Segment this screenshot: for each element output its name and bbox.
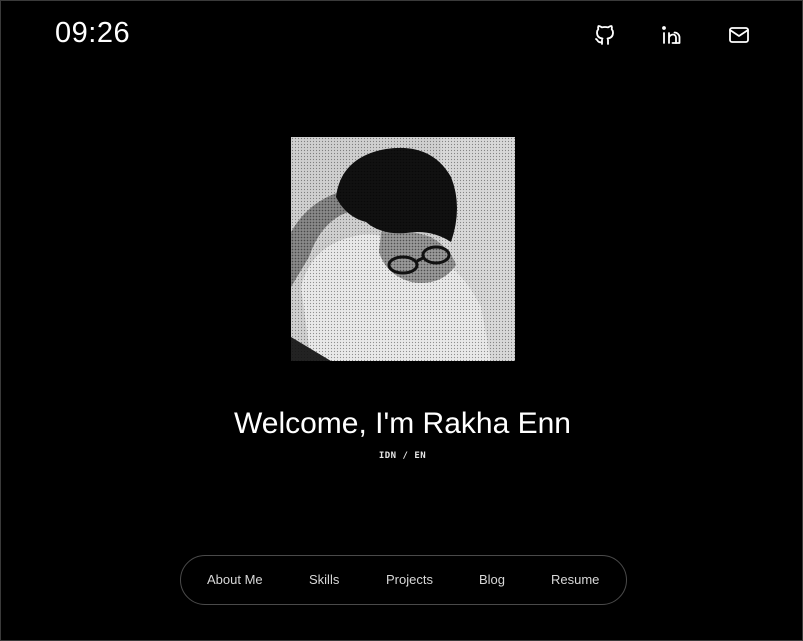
language-toggle[interactable]: IDN / EN bbox=[1, 451, 803, 461]
nav-item-resume[interactable]: Resume bbox=[551, 572, 599, 587]
linkedin-icon bbox=[662, 26, 681, 44]
github-link[interactable] bbox=[593, 23, 617, 47]
clock: 09:26 bbox=[55, 17, 131, 49]
mail-link[interactable] bbox=[727, 23, 751, 47]
nav-item-blog[interactable]: Blog bbox=[479, 572, 505, 587]
nav-item-skills[interactable]: Skills bbox=[309, 572, 339, 587]
bottom-nav: About Me Skills Projects Blog Resume bbox=[180, 555, 627, 605]
github-icon bbox=[595, 25, 614, 45]
linkedin-link[interactable] bbox=[660, 23, 684, 47]
mail-icon bbox=[729, 27, 749, 43]
profile-photo bbox=[291, 137, 515, 361]
nav-item-projects[interactable]: Projects bbox=[386, 572, 433, 587]
page-frame: 09:26 Welcome, I'm Rakha Enn IDN / EN Ab… bbox=[0, 0, 803, 641]
hero-title: Welcome, I'm Rakha Enn bbox=[234, 407, 571, 440]
nav-item-about-me[interactable]: About Me bbox=[207, 572, 263, 587]
